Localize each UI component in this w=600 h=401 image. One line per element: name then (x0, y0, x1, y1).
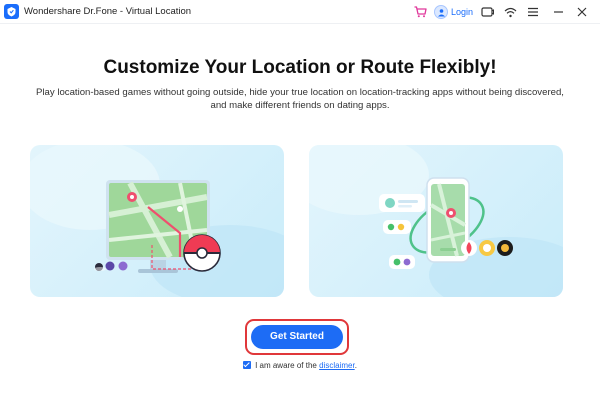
cart-icon[interactable] (413, 5, 427, 19)
window-title: Wondershare Dr.Fone - Virtual Location (24, 6, 192, 17)
feedback-icon[interactable] (480, 5, 494, 19)
minimize-icon[interactable] (551, 5, 565, 19)
login-button[interactable]: Login (434, 3, 473, 21)
user-icon (434, 5, 448, 19)
title-bar: Wondershare Dr.Fone - Virtual Location L… (0, 0, 600, 24)
close-icon[interactable] (575, 5, 589, 19)
consent-text: I am aware of the (255, 361, 317, 370)
wifi-icon[interactable] (503, 5, 517, 19)
disclaimer-link[interactable]: disclaimer (319, 361, 355, 370)
page-title: Customize Your Location or Route Flexibl… (103, 57, 497, 78)
get-started-button[interactable]: Get Started (251, 325, 343, 349)
consent-row: I am aware of the disclaimer. (0, 361, 600, 370)
login-label: Login (451, 7, 474, 17)
app-logo-icon (4, 4, 19, 19)
consent-checkbox[interactable] (243, 361, 252, 369)
menu-icon[interactable] (526, 5, 540, 19)
consent-suffix: . (354, 361, 357, 370)
cta-highlight: Get Started (245, 319, 349, 355)
games-illustration (30, 145, 284, 297)
page-description: Play location-based games without going … (36, 87, 564, 111)
dating-apps-illustration (309, 145, 563, 297)
